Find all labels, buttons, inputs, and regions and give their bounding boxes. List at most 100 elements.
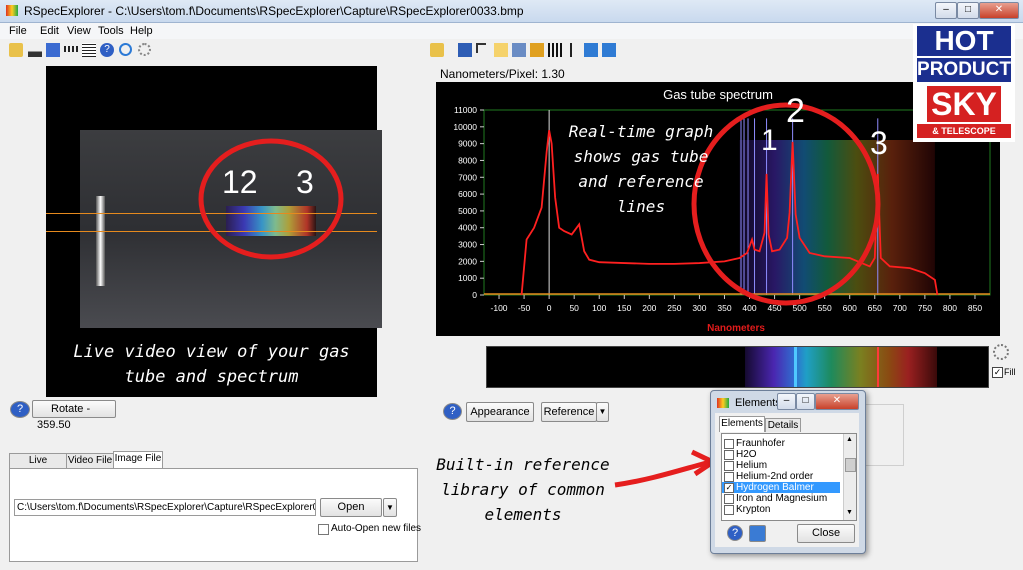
dialog-tab-details[interactable]: Details [765,418,801,432]
file-path-select[interactable]: C:\Users\tom.f\Documents\RSpecExplorer\C… [14,499,316,516]
chart-icon[interactable] [28,43,42,57]
rotate-button-label: Rotate - 359.50 [37,403,91,431]
dialog-close-action-button[interactable]: Close [797,524,855,543]
y-tick-label: 5000 [458,206,477,216]
element-checkbox[interactable] [724,505,734,515]
y-tick-label: 0 [472,290,477,300]
x-tick-label: 50 [569,303,579,313]
auto-open-label: Auto-Open new files [331,523,422,534]
menu-help[interactable]: Help [130,25,153,37]
open-folder-icon[interactable] [430,43,444,57]
reference-dropdown-button[interactable]: ▼ [596,402,609,422]
strip-settings-gear-icon[interactable] [993,344,1009,360]
list-item-label: Helium-2nd order [736,471,814,482]
close-button-label: Close [811,527,841,539]
x-axis-label: Nanometers [707,323,765,334]
export-icon[interactable] [530,43,544,57]
spectrum-strip [486,346,989,388]
menu-tools[interactable]: Tools [98,25,124,37]
open-button[interactable]: Open [320,498,382,517]
elements-dialog: Elements – □ ✕ Elements Details Fraunhof… [710,390,866,554]
close-window-button[interactable]: ✕ [979,2,1019,19]
elements-list-items: Fraunhofer H2O Helium Helium-2nd order ✓… [722,434,842,520]
reference-button[interactable]: Reference [541,402,597,422]
menu-edit[interactable]: Edit [40,25,59,37]
minimize-button[interactable]: – [935,2,957,19]
appearance-button[interactable]: Appearance [466,402,534,422]
vertical-fit-icon[interactable] [570,43,578,57]
list-item[interactable]: Helium-2nd order [722,471,840,482]
list-item-label: Iron and Magnesium [736,493,828,504]
x-tick-label: 850 [968,303,982,313]
element-checkbox[interactable] [724,439,734,449]
tab-video-file[interactable]: Video File [66,453,114,468]
document-icon[interactable] [494,43,508,57]
dialog-minimize-button[interactable]: – [777,393,796,410]
rotate-button[interactable]: Rotate - 359.50 [32,400,116,431]
list-item[interactable]: Fraunhofer [722,438,840,449]
help-icon[interactable]: ? [100,43,114,57]
x-tick-label: 400 [742,303,756,313]
dialog-body: Elements Details Fraunhofer H2O Helium H… [715,413,859,547]
dots-icon[interactable] [64,46,78,52]
open-dropdown-button[interactable]: ▼ [383,498,397,517]
element-checkbox[interactable] [724,494,734,504]
dialog-edit-button[interactable] [749,525,766,542]
open-folder-icon[interactable] [9,43,23,57]
element-checkbox[interactable] [724,450,734,460]
y-tick-label: 2000 [458,256,477,266]
dialog-help-button[interactable]: ? [727,525,743,541]
scroll-thumb[interactable] [845,458,856,472]
y-tick-label: 8000 [458,155,477,165]
annotation-2: 2 [786,92,805,130]
hot-product-badge: HOT PRODUCT SKY & TELESCOPE [913,24,1015,142]
save-icon[interactable] [458,43,472,57]
appearance-button-label: Appearance [470,406,530,418]
dialog-tab-elements[interactable]: Elements [719,416,765,432]
badge-line-product: PRODUCT [917,58,1011,82]
element-checkbox[interactable] [724,472,734,482]
strip-line-656 [877,347,879,387]
tab-image-file[interactable]: Image File [113,451,163,468]
list-item[interactable]: Helium [722,460,840,471]
crosshair-icon[interactable] [476,43,486,53]
y-tick-label: 10000 [453,122,477,132]
chart-title: Gas tube spectrum [663,87,773,102]
list-item[interactable]: Iron and Magnesium [722,493,840,504]
element-checkbox[interactable] [724,461,734,471]
flip-icon[interactable] [602,43,616,57]
dialog-close-button[interactable]: ✕ [815,393,859,410]
chart-help-button[interactable]: ? [443,403,462,420]
maximize-button[interactable]: □ [957,2,979,19]
x-tick-label: -100 [491,303,508,313]
auto-open-checkbox[interactable] [318,524,329,535]
copy-icon[interactable] [46,43,60,57]
badge-line-sky: SKY [927,86,1001,122]
scroll-down-icon[interactable]: ▼ [846,509,853,516]
tab-live-camera[interactable]: Live Camera [9,453,67,480]
list-item-label: Helium [736,460,768,471]
x-tick-label: 350 [717,303,731,313]
list-item[interactable]: H2O [722,449,840,460]
menu-file[interactable]: File [9,25,27,37]
print-icon[interactable] [512,43,526,57]
spectrum-color-band [745,347,937,387]
gear-icon[interactable] [138,43,151,56]
element-checkbox-checked[interactable]: ✓ [724,483,734,493]
x-tick-label: 550 [818,303,832,313]
video-caption-line1: Live video view of your gas [73,342,350,362]
callout-line-3: and reference [578,172,703,191]
list-item-selected[interactable]: ✓ Hydrogen Balmer [722,482,840,493]
dialog-maximize-button[interactable]: □ [796,393,815,410]
fill-checkbox[interactable]: ✓ [992,367,1003,378]
bars-icon[interactable] [548,43,562,57]
magnify-icon[interactable] [119,43,132,56]
menu-view[interactable]: View [67,25,91,37]
scroll-up-icon[interactable]: ▲ [846,436,853,443]
list-item[interactable]: Krypton [722,504,840,515]
expand-icon[interactable] [584,43,598,57]
rotate-help-button[interactable]: ? [10,401,30,418]
list-scrollbar[interactable]: ▲ ▼ [843,434,856,520]
grid-icon[interactable] [82,43,96,57]
light-source [96,196,105,286]
